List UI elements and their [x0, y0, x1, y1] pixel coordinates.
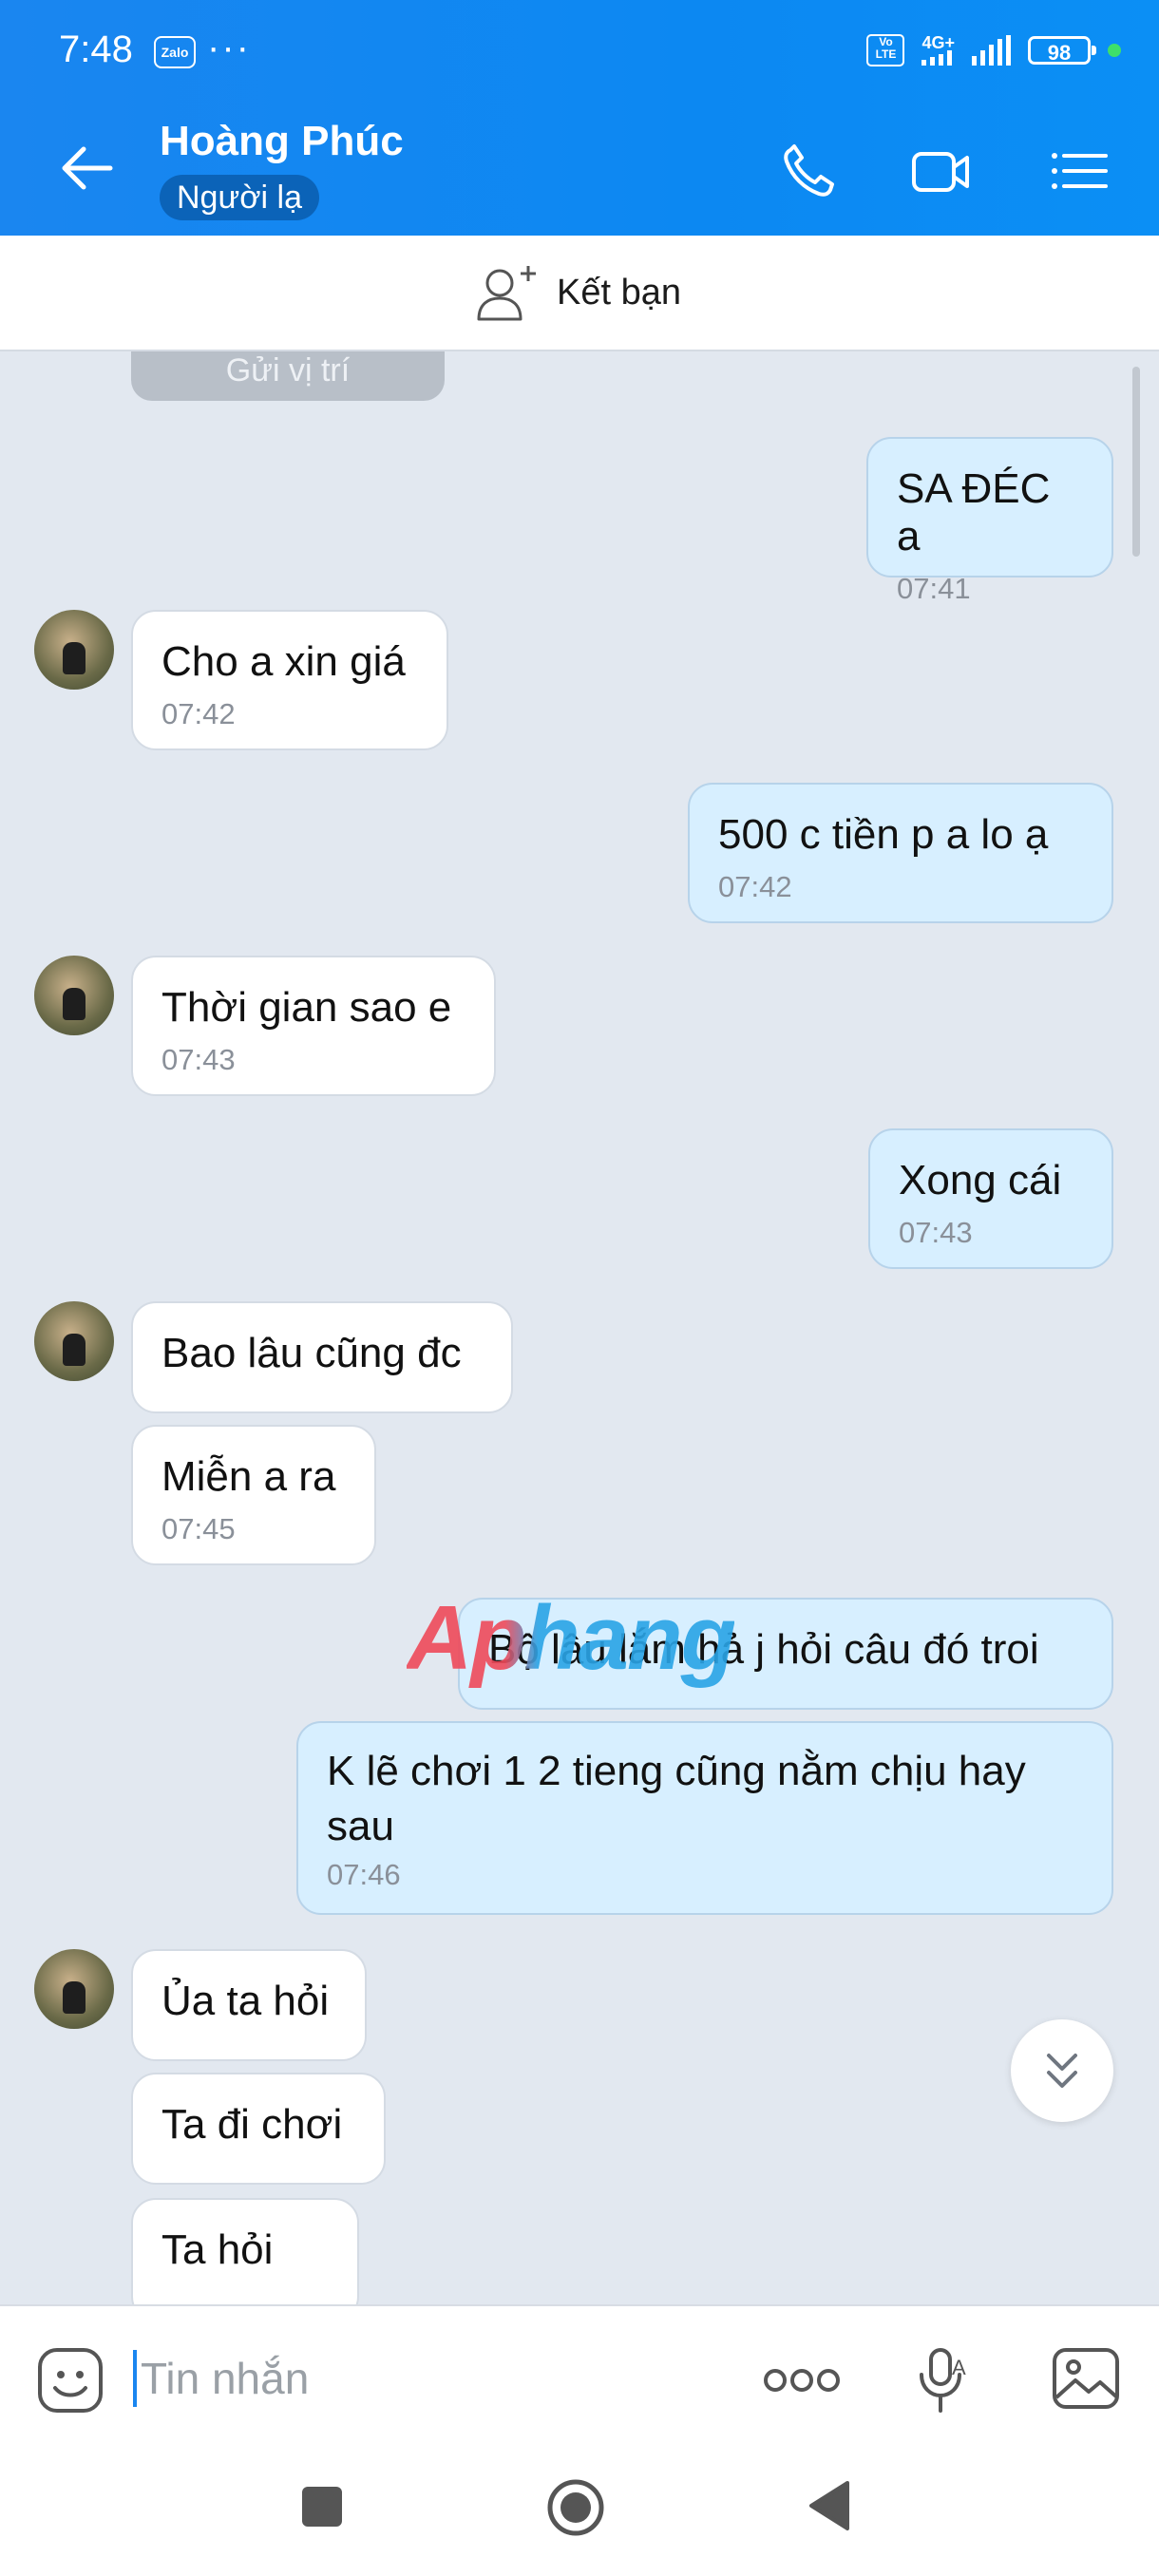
message-time: 07:43 — [162, 1043, 236, 1076]
notification-more-icon: ··· — [207, 27, 251, 68]
message-text: Miễn a ra — [162, 1453, 336, 1500]
message-time: 07:46 — [327, 1858, 401, 1891]
message-text: Ta đi chơi — [162, 2101, 343, 2148]
scroll-to-bottom-button[interactable] — [1011, 2019, 1113, 2122]
image-icon[interactable] — [1051, 2346, 1121, 2411]
back-icon[interactable] — [806, 2479, 851, 2532]
message-bubble[interactable]: Miễn a ra 07:45 — [131, 1425, 376, 1565]
message-bubble[interactable]: 500 c tiền p a lo ạ 07:42 — [688, 783, 1113, 923]
scrollbar[interactable] — [1132, 367, 1140, 557]
message-time: 07:42 — [162, 697, 236, 730]
message-bubble[interactable]: Ta hỏi — [131, 2198, 359, 2304]
message-text: Ta hỏi — [162, 2226, 274, 2273]
message-bubble[interactable]: Thời gian sao e 07:43 — [131, 956, 496, 1096]
add-friend-label: Kết bạn — [557, 272, 681, 313]
phone-icon[interactable] — [777, 142, 838, 199]
message-text: Ủa ta hỏi — [162, 1978, 330, 2024]
message-bubble[interactable]: Ta đi chơi — [131, 2073, 386, 2185]
battery-icon: 98 — [1028, 36, 1096, 65]
system-nav-bar — [0, 2447, 1159, 2576]
avatar[interactable] — [34, 610, 114, 690]
video-call-icon[interactable] — [910, 142, 971, 199]
message-time: 07:41 — [897, 572, 971, 605]
message-text: Thời gian sao e — [162, 984, 452, 1031]
avatar[interactable] — [34, 1301, 114, 1381]
status-indicators: Vo LTE 4G+ 98 — [866, 34, 1121, 66]
add-friend-button[interactable]: Kết bạn — [475, 262, 681, 323]
recent-apps-icon[interactable] — [302, 2487, 342, 2527]
more-options-icon[interactable] — [762, 2363, 842, 2397]
status-time: 7:48 — [59, 28, 133, 70]
volte-icon: Vo LTE — [866, 34, 905, 66]
avatar[interactable] — [34, 956, 114, 1035]
network-label: 4G+ — [922, 34, 955, 66]
chat-header: 7:48 Zalo ··· Vo LTE 4G+ 98 Hoàng Phúc N… — [0, 0, 1159, 236]
message-input[interactable]: Tin nhắn — [133, 2350, 309, 2407]
send-location-button[interactable]: Gửi vị trí — [131, 351, 445, 401]
add-user-icon — [477, 266, 536, 321]
privacy-indicator-dot — [1108, 44, 1121, 57]
watermark-logo: Aphang — [407, 1587, 736, 1689]
back-arrow-icon[interactable] — [59, 144, 116, 192]
voice-to-text-icon[interactable]: A — [918, 2346, 975, 2416]
chevron-double-down-icon — [1047, 2054, 1077, 2088]
message-text: Cho a xin giá — [162, 638, 406, 685]
message-time: 07:43 — [899, 1216, 973, 1249]
svg-text:A: A — [952, 2356, 966, 2379]
avatar[interactable] — [34, 1949, 114, 2029]
message-text: Xong cái — [899, 1157, 1062, 1203]
message-bubble[interactable]: SA ĐÉC a 07:41 — [866, 437, 1113, 605]
message-list[interactable]: Gửi vị trí SA ĐÉC a 07:41 Cho a xin giá … — [0, 351, 1159, 2304]
message-bubble[interactable]: Ủa ta hỏi — [131, 1949, 367, 2061]
message-text: K lẽ chơi 1 2 tieng cũng nằm chịu hay sa… — [327, 1748, 1026, 1849]
contact-name[interactable]: Hoàng Phúc — [160, 118, 404, 165]
add-friend-bar: Kết bạn — [0, 236, 1159, 351]
message-time: 07:45 — [162, 1512, 236, 1545]
message-text: Bao lâu cũng đc — [162, 1330, 462, 1376]
message-text: SA ĐÉC a — [897, 465, 1051, 559]
message-composer: Tin nhắn A — [0, 2304, 1159, 2449]
message-bubble[interactable]: Bao lâu cũng đc — [131, 1301, 513, 1413]
message-bubble[interactable]: Cho a xin giá 07:42 — [131, 610, 448, 750]
message-bubble[interactable]: Xong cái 07:43 — [868, 1128, 1113, 1269]
message-text: 500 c tiền p a lo ạ — [718, 811, 1049, 858]
signal-strength-icon — [972, 35, 1011, 66]
message-bubble[interactable]: K lẽ chơi 1 2 tieng cũng nằm chịu hay sa… — [296, 1721, 1113, 1915]
home-icon[interactable] — [545, 2477, 606, 2538]
menu-list-icon[interactable] — [1049, 142, 1110, 199]
stranger-badge: Người lạ — [160, 175, 319, 220]
message-time: 07:42 — [718, 870, 792, 903]
emoji-icon[interactable] — [36, 2346, 104, 2415]
zalo-icon: Zalo — [154, 36, 196, 68]
